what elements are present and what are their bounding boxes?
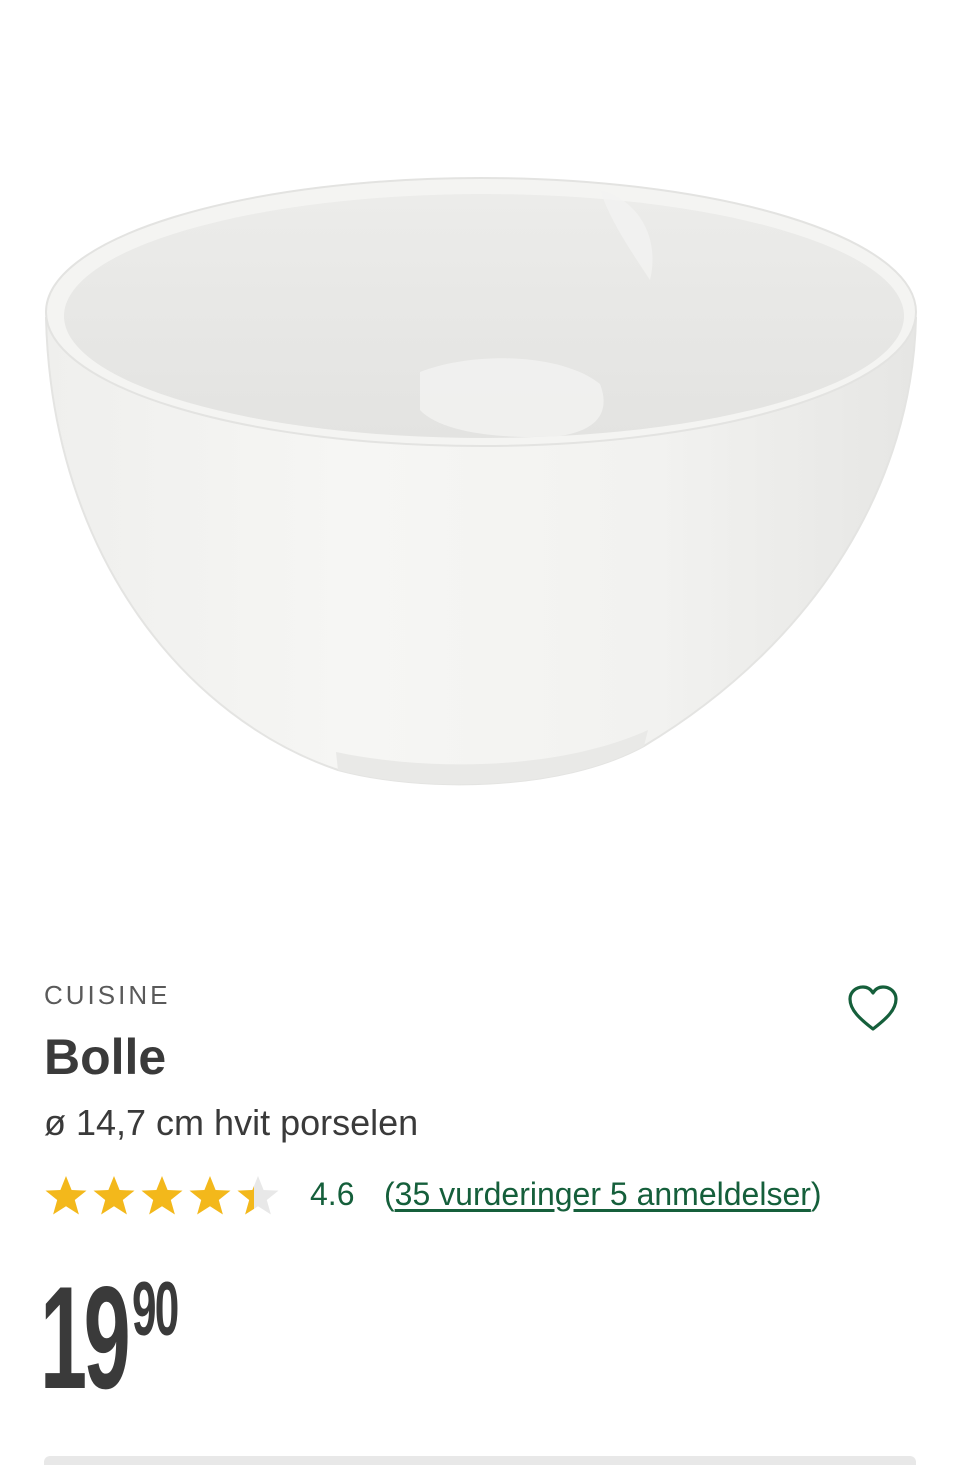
reviews-open-paren: ( bbox=[384, 1176, 395, 1212]
reviews-close-paren: ) bbox=[810, 1176, 822, 1212]
favorite-button[interactable] bbox=[846, 984, 900, 1034]
price-main: 19 bbox=[40, 1256, 131, 1419]
rating-value: 4.6 bbox=[310, 1176, 355, 1212]
star-icon-4 bbox=[189, 1176, 231, 1215]
rating-row: 4.6 (35 vurderinger 5 anmeldelser) bbox=[44, 1168, 924, 1222]
product-page: CUISINE Bolle ø 14,7 cm hvit porselen 4.… bbox=[0, 0, 960, 1465]
bottom-panel-edge bbox=[44, 1456, 916, 1465]
product-subtitle: ø 14,7 cm hvit porselen bbox=[44, 1102, 419, 1143]
bowl-illustration bbox=[44, 177, 918, 786]
heart-outline-icon bbox=[848, 985, 898, 1031]
price: 19 90 bbox=[40, 1256, 190, 1419]
star-icon-3 bbox=[141, 1176, 183, 1215]
reviews-link[interactable]: (35 vurderinger 5 anmeldelser) bbox=[384, 1176, 822, 1213]
reviews-link-text[interactable]: 35 vurderinger 5 anmeldelser bbox=[395, 1176, 811, 1212]
star-icon-5-partial bbox=[237, 1176, 279, 1215]
price-cents: 90 bbox=[132, 1267, 179, 1352]
star-rating bbox=[45, 1176, 279, 1215]
product-title: Bolle bbox=[44, 1029, 167, 1085]
star-icon-1 bbox=[45, 1176, 87, 1215]
product-image[interactable] bbox=[0, 0, 960, 930]
brand-label: CUISINE bbox=[44, 980, 171, 1010]
star-icon-2 bbox=[93, 1176, 135, 1215]
